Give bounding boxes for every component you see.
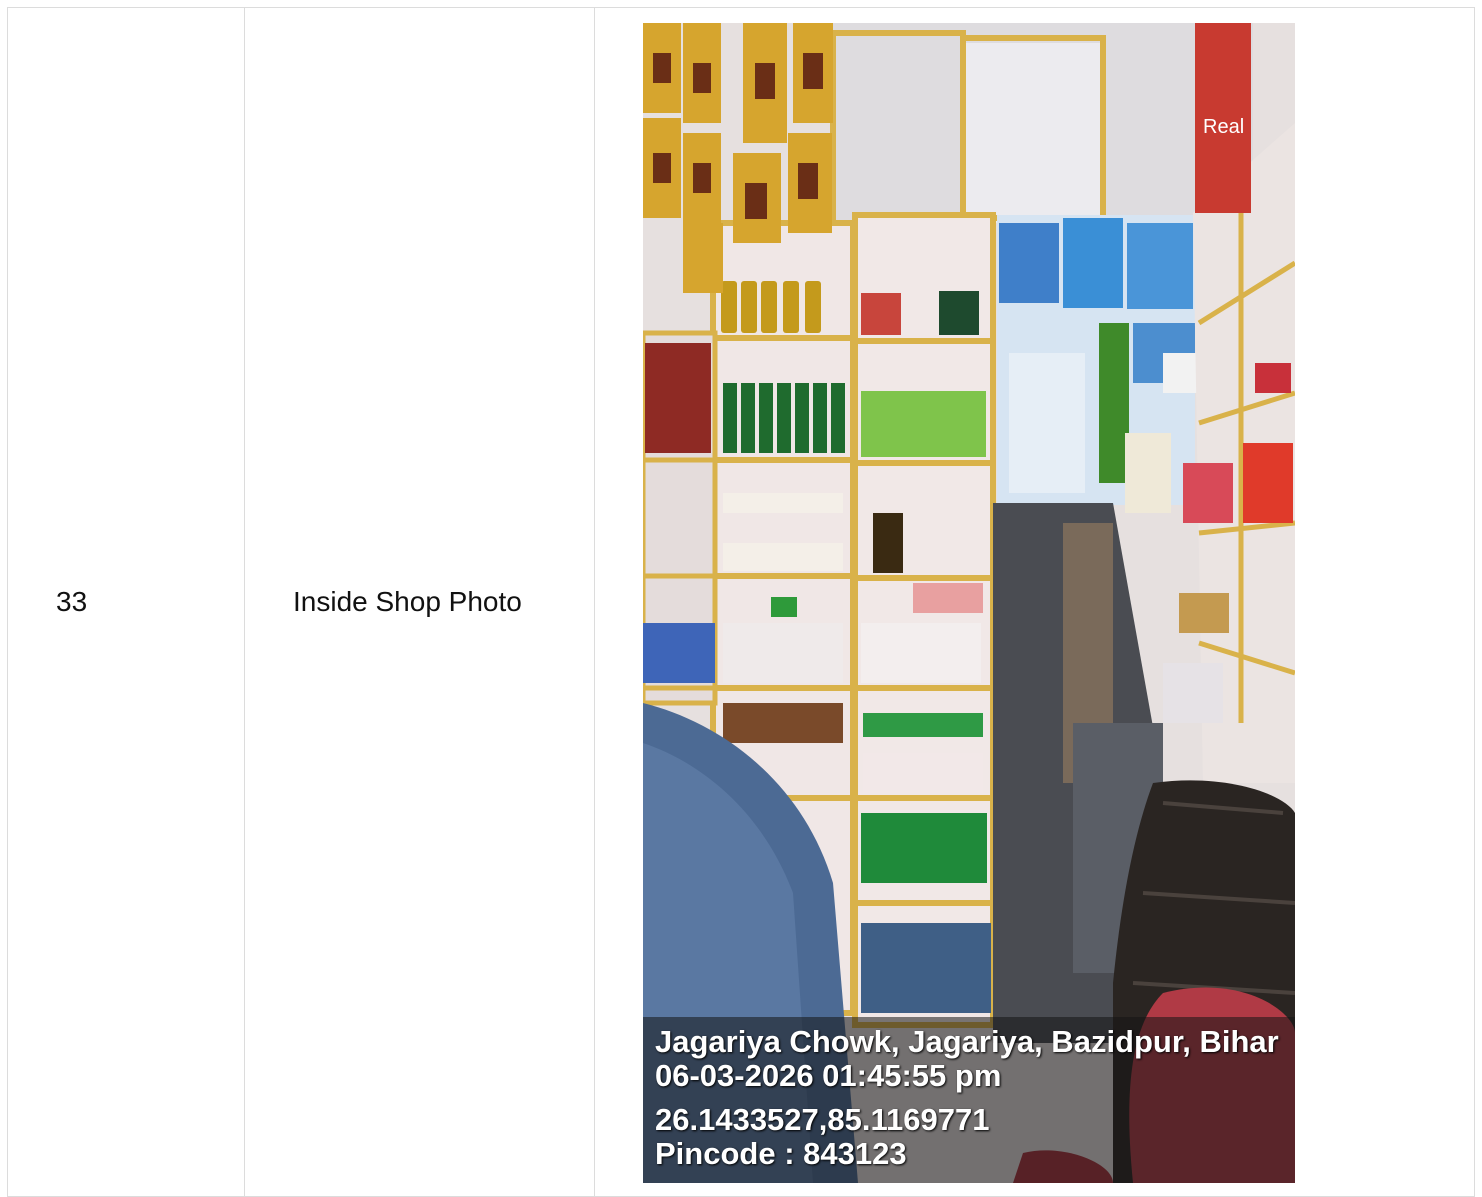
geotag-overlay: Jagariya Chowk, Jagariya, Bazidpur, Biha… bbox=[643, 1017, 1295, 1183]
document-table: 33 Inside Shop Photo Real Jagariya Chowk… bbox=[7, 7, 1475, 1197]
photo-cell: Real Jagariya Chowk, Jagariya, Bazidpur,… bbox=[594, 7, 1475, 1197]
photo-label: Inside Shop Photo bbox=[293, 586, 522, 617]
table-row: 33 Inside Shop Photo Real Jagariya Chowk… bbox=[7, 7, 1475, 1197]
serial-number-cell: 33 bbox=[7, 7, 245, 1197]
geotag-datetime: 06-03-2026 01:45:55 pm bbox=[655, 1058, 1002, 1093]
geotag-pincode: Pincode : 843123 bbox=[655, 1136, 907, 1171]
shop-interior-photo: Real Jagariya Chowk, Jagariya, Bazidpur,… bbox=[643, 23, 1295, 1183]
geotag-coordinates: 26.1433527,85.1169771 bbox=[655, 1102, 990, 1137]
real-juice-packet-text: Real bbox=[1203, 116, 1244, 138]
shop-scene-illustration: Real bbox=[643, 23, 1295, 1183]
geotag-address: Jagariya Chowk, Jagariya, Bazidpur, Biha… bbox=[655, 1024, 1279, 1059]
label-cell: Inside Shop Photo bbox=[244, 7, 595, 1197]
serial-number: 33 bbox=[56, 586, 88, 617]
